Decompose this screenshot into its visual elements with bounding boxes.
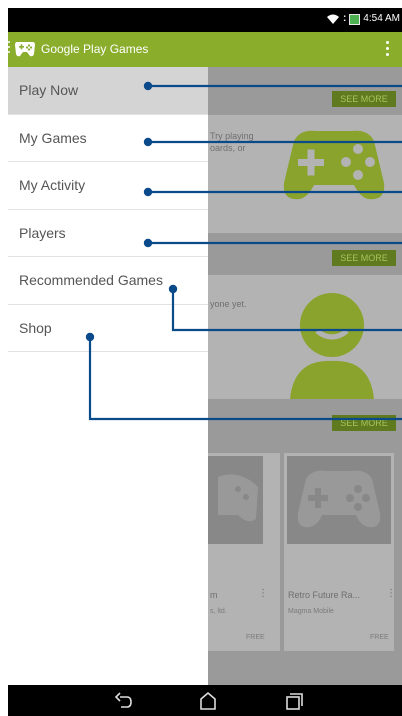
game-price: FREE [370, 634, 389, 641]
status-bar: : 4:54 AM [8, 8, 402, 32]
signal-icon: : [342, 13, 347, 24]
player-avatar-icon [290, 293, 374, 399]
drawer-item-recommended-games[interactable]: Recommended Games [8, 257, 208, 305]
status-time: 4:54 AM [363, 13, 400, 24]
drawer-indicator-icon[interactable] [8, 41, 11, 57]
game-more-icon[interactable]: ⋮ [258, 588, 268, 599]
gamepad-icon [297, 470, 381, 528]
recent-apps-icon[interactable] [284, 691, 304, 711]
game-price: FREE [246, 634, 265, 641]
drawer-item-label: My Games [19, 129, 87, 146]
battery-icon [349, 13, 361, 25]
drawer-item-label: Shop [19, 319, 52, 336]
drawer-item-shop[interactable]: Shop [8, 305, 208, 352]
gamepad-icon [283, 130, 385, 200]
app-bar: Google Play Games [8, 32, 402, 67]
game-title: Retro Future Ra... [288, 590, 361, 600]
app-title: Google Play Games [41, 42, 149, 56]
drawer-item-label: Recommended Games [19, 272, 163, 289]
drawer-item-my-activity[interactable]: My Activity [8, 162, 208, 210]
home-icon[interactable] [198, 691, 218, 711]
card-text: yone yet. [210, 299, 247, 309]
drawer-item-label: My Activity [19, 177, 86, 194]
gamepad-icon [218, 474, 258, 522]
play-games-logo-icon [15, 42, 35, 57]
see-more-button[interactable]: SEE MORE [332, 250, 396, 266]
overflow-menu-icon[interactable] [386, 41, 389, 57]
status-icons: : 4:54 AM [326, 12, 400, 26]
game-title: m [210, 590, 218, 600]
see-more-button[interactable]: SEE MORE [332, 91, 396, 107]
wifi-icon [326, 14, 339, 24]
drawer-item-players[interactable]: Players [8, 210, 208, 257]
see-more-button[interactable]: SEE MORE [332, 415, 396, 431]
drawer-item-label: Play Now [19, 82, 79, 99]
drawer-item-my-games[interactable]: My Games [8, 115, 208, 162]
background-content: SEE MORE Try playing oards, or SEE MORE … [208, 67, 402, 685]
game-developer: Magma Mobile [288, 608, 334, 615]
drawer-item-play-now[interactable]: Play Now [8, 67, 208, 115]
game-more-icon[interactable]: ⋮ [386, 588, 396, 599]
drawer-item-label: Players [19, 224, 66, 241]
system-nav-bar [8, 685, 402, 716]
back-icon[interactable] [114, 691, 134, 711]
card-text: Try playing [210, 131, 254, 141]
navigation-drawer: Play Now My Games My Activity Players Re… [8, 67, 208, 685]
card-text: oards, or [210, 143, 246, 153]
game-developer: s, ltd. [210, 608, 227, 615]
